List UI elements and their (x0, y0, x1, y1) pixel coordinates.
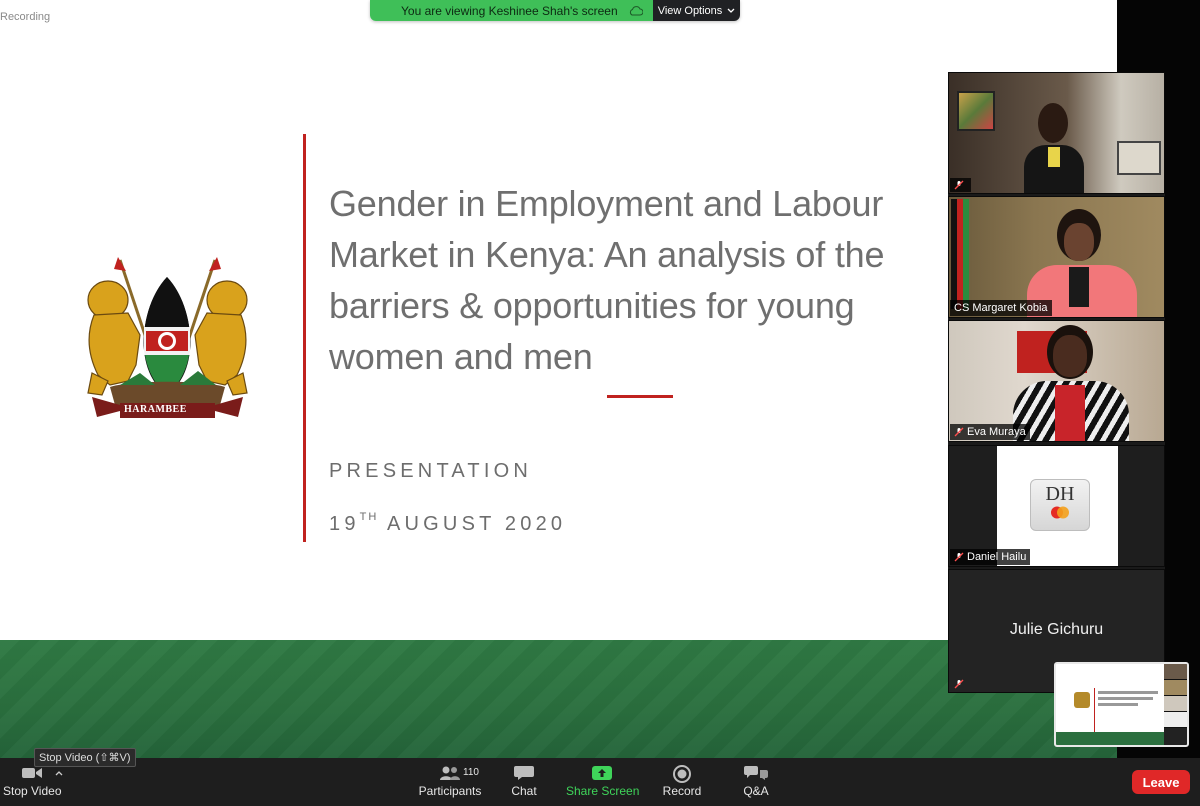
participant-name-tag: Eva Muraya (950, 424, 1030, 440)
leave-button[interactable]: Leave (1132, 770, 1190, 794)
view-options-label: View Options (657, 4, 723, 17)
participants-count: 110 (463, 767, 479, 778)
chat-icon (514, 766, 534, 780)
participant-name: CS Margaret Kobia (954, 302, 1048, 314)
participant-tile[interactable]: DH Daniel Hailu (948, 445, 1165, 567)
share-screen-label: Share Screen (566, 784, 640, 798)
title-divider (607, 395, 673, 398)
kenya-coat-of-arms-icon (87, 257, 248, 418)
participant-name-center: Julie Gichuru (1009, 621, 1104, 638)
stop-video-tooltip: Stop Video (⇧⌘V) (34, 748, 136, 767)
participant-name-tag: CS Margaret Kobia (950, 300, 1052, 316)
share-screen-button[interactable]: Share Screen (566, 765, 640, 798)
participant-tile[interactable]: Eva Muraya (948, 320, 1165, 442)
participant-name: Daniel Hailu (967, 551, 1027, 563)
participant-name-tag: Daniel Hailu (950, 549, 1031, 565)
mic-muted-icon (954, 679, 964, 689)
mic-muted-icon (954, 180, 964, 190)
participant-name-tag (950, 677, 968, 691)
video-camera-icon (22, 768, 42, 778)
recording-indicator: Recording (0, 11, 51, 23)
presentation-date: 19TH AUGUST 2020 (329, 511, 567, 536)
viewing-banner-label: You are viewing Keshinee Shah's screen (401, 3, 618, 18)
presentation-subtitle: PRESENTATION (329, 460, 533, 482)
mini-slide (1056, 664, 1164, 745)
presentation-title: Gender in Employment and Labour Market i… (329, 183, 885, 377)
mic-muted-icon (954, 427, 964, 437)
qa-button[interactable]: Q&A (738, 765, 774, 798)
avatar: DH (1030, 479, 1090, 531)
participants-icon (440, 766, 460, 780)
mastercard-logo-icon (1051, 506, 1069, 519)
self-view-preview[interactable] (1054, 662, 1189, 747)
participant-gallery: CS Margaret Kobia Eva Muraya DH Daniel H… (948, 72, 1165, 693)
chevron-down-icon (727, 8, 735, 13)
share-screen-icon (592, 766, 612, 780)
qa-icon (744, 766, 768, 780)
chat-button[interactable]: Chat (505, 765, 543, 798)
participant-tile[interactable]: CS Margaret Kobia (948, 196, 1165, 318)
participant-video (1024, 95, 1084, 193)
view-options-button[interactable]: View Options (653, 0, 740, 21)
viewing-banner: You are viewing Keshinee Shah's screen V… (370, 0, 740, 21)
emblem-motto: HARAMBEE (124, 404, 187, 415)
date-suffix: TH (359, 511, 379, 524)
video-options-caret-icon[interactable] (54, 769, 64, 777)
viewing-banner-text: You are viewing Keshinee Shah's screen (370, 0, 653, 21)
participant-name-tag (950, 178, 971, 192)
title-accent-bar (303, 134, 306, 542)
qa-label: Q&A (743, 784, 769, 798)
wall-frame (1117, 141, 1161, 175)
record-icon (673, 765, 691, 783)
date-day: 19 (329, 513, 360, 535)
profile-picture: DH (997, 446, 1118, 566)
mini-gallery (1164, 664, 1187, 745)
cloud-icon (629, 5, 643, 15)
kenya-flag (951, 199, 969, 309)
avatar-initials: DH (1045, 483, 1075, 505)
wall-art (957, 91, 995, 131)
stop-video-button[interactable]: Stop Video (3, 765, 62, 798)
mic-muted-icon (954, 552, 964, 562)
record-button[interactable]: Record (660, 765, 704, 798)
meeting-toolbar: Stop Video Participants 110 Chat Share S… (0, 758, 1200, 806)
chat-label: Chat (511, 784, 537, 798)
record-label: Record (662, 784, 702, 798)
participant-name: Eva Muraya (967, 426, 1026, 438)
participant-tile[interactable] (948, 72, 1165, 194)
participants-label: Participants (418, 784, 482, 798)
stop-video-label: Stop Video (3, 784, 62, 798)
date-rest: AUGUST 2020 (386, 513, 567, 535)
